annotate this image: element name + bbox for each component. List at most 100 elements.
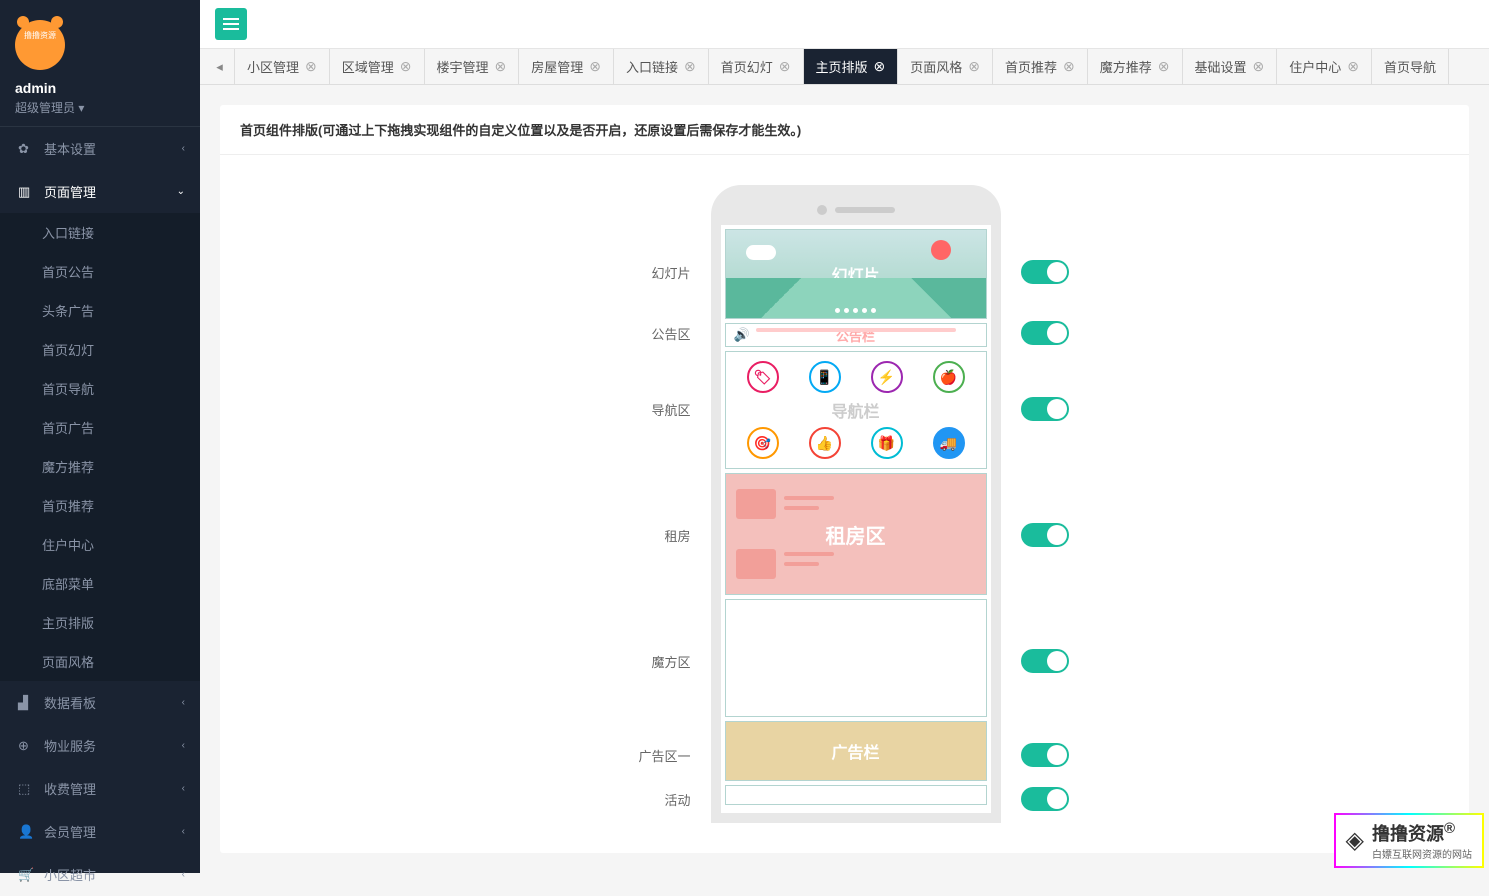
user-icon: 👤	[18, 824, 34, 840]
panel-title: 首页组件排版(可通过上下拖拽实现组件的自定义位置以及是否开启，还原设置后需保存才…	[220, 105, 1469, 155]
label-rent: 租房	[621, 471, 691, 599]
component-nav[interactable]: 🏷📱 ⚡🍎 导航栏 🎯👍 🎁🚚	[725, 351, 987, 469]
gear-icon: ✿	[18, 141, 34, 157]
globe-icon: ⊕	[18, 738, 34, 754]
toggle-activity[interactable]	[1021, 787, 1069, 811]
nav-property-service[interactable]: ⊕ 物业服务 ‹	[0, 724, 200, 767]
subnav-entry-link[interactable]: 入口链接	[0, 213, 200, 252]
logo-area: 撸撸资源 admin 超级管理员 ▾	[0, 0, 200, 126]
close-icon[interactable]: ⊗	[684, 58, 696, 75]
tab-cube-recommend[interactable]: 魔方推荐⊗	[1088, 49, 1183, 84]
toggle-rent[interactable]	[1021, 523, 1069, 547]
chevron-down-icon: ⌄	[177, 186, 185, 197]
cart-icon: 🛒	[18, 867, 34, 883]
subnav-home-ad[interactable]: 首页广告	[0, 408, 200, 447]
tab-community[interactable]: 小区管理⊗	[235, 49, 330, 84]
panel: 首页组件排版(可通过上下拖拽实现组件的自定义位置以及是否开启，还原设置后需保存才…	[220, 105, 1469, 853]
close-icon[interactable]: ⊗	[495, 58, 507, 75]
close-icon[interactable]: ⊗	[874, 58, 886, 75]
chart-icon: ▟	[18, 695, 34, 711]
nav-basic-settings[interactable]: ✿ 基本设置 ‹	[0, 127, 200, 170]
phone-screen: 幻灯片 🔊 公告栏 🏷📱	[721, 225, 991, 813]
watermark-logo-icon: ◈	[1346, 826, 1364, 855]
chevron-left-icon: ‹	[182, 869, 185, 880]
main-content: ◂ 小区管理⊗ 区域管理⊗ 楼宇管理⊗ 房屋管理⊗ 入口链接⊗ 首页幻灯⊗ 主页…	[200, 0, 1489, 873]
nav-page-management[interactable]: ▥ 页面管理 ⌄	[0, 170, 200, 213]
chevron-left-icon: ‹	[182, 740, 185, 751]
subnav-home-slider[interactable]: 首页幻灯	[0, 330, 200, 369]
close-icon[interactable]: ⊗	[968, 58, 980, 75]
tab-home-slider[interactable]: 首页幻灯⊗	[709, 49, 804, 84]
phone-notch	[721, 195, 991, 225]
subnav-page-style[interactable]: 页面风格	[0, 642, 200, 681]
nav-community-market[interactable]: 🛒 小区超市 ‹	[0, 853, 200, 896]
tab-room[interactable]: 房屋管理⊗	[519, 49, 614, 84]
close-icon[interactable]: ⊗	[779, 58, 791, 75]
chevron-left-icon: ‹	[182, 697, 185, 708]
layout-editor: 幻灯片 公告区 导航区 租房 魔方区 广告区一 活动	[621, 185, 1069, 823]
layout-icon: ▥	[18, 184, 34, 200]
phone-preview: 幻灯片 🔊 公告栏 🏷📱	[711, 185, 1001, 823]
toggle-slider[interactable]	[1021, 260, 1069, 284]
menu-toggle-button[interactable]	[215, 8, 247, 40]
watermark: ◈ 撸撸资源® 白嫖互联网资源的网站	[1334, 813, 1484, 868]
close-icon[interactable]: ⊗	[305, 58, 317, 75]
label-cube: 魔方区	[621, 599, 691, 723]
chevron-left-icon: ‹	[182, 826, 185, 837]
topbar	[200, 0, 1489, 49]
subnav-cube-recommend[interactable]: 魔方推荐	[0, 447, 200, 486]
subnav-main-layout[interactable]: 主页排版	[0, 603, 200, 642]
user-role-dropdown[interactable]: 超级管理员 ▾	[15, 99, 185, 116]
tab-home-nav[interactable]: 首页导航	[1372, 49, 1449, 84]
close-icon[interactable]: ⊗	[1347, 58, 1359, 75]
subnav-bottom-menu[interactable]: 底部菜单	[0, 564, 200, 603]
toggle-cube[interactable]	[1021, 649, 1069, 673]
nav-member-management[interactable]: 👤 会员管理 ‹	[0, 810, 200, 853]
component-ad[interactable]: 广告栏	[725, 721, 987, 781]
close-icon[interactable]: ⊗	[1253, 58, 1265, 75]
logo-icon: 撸撸资源	[15, 20, 65, 70]
toggles-column	[1021, 185, 1069, 811]
nav-menu: ✿ 基本设置 ‹ ▥ 页面管理 ⌄ 入口链接 首页公告 头条广告 首页幻灯 首页…	[0, 126, 200, 896]
tab-home-recommend[interactable]: 首页推荐⊗	[993, 49, 1088, 84]
label-slider: 幻灯片	[621, 225, 691, 319]
label-notice: 公告区	[621, 319, 691, 347]
tab-back-button[interactable]: ◂	[205, 49, 235, 84]
labels-column: 幻灯片 公告区 导航区 租房 魔方区 广告区一 活动	[621, 185, 691, 811]
subnav-resident-center[interactable]: 住户中心	[0, 525, 200, 564]
tab-resident-center[interactable]: 住户中心⊗	[1277, 49, 1372, 84]
tab-entry-link[interactable]: 入口链接⊗	[614, 49, 709, 84]
nav-fee-management[interactable]: ⬚ 收费管理 ‹	[0, 767, 200, 810]
speaker-icon: 🔊	[734, 327, 750, 343]
close-icon[interactable]: ⊗	[400, 58, 412, 75]
tab-area[interactable]: 区域管理⊗	[330, 49, 425, 84]
toggle-nav[interactable]	[1021, 397, 1069, 421]
subnav-headline-ad[interactable]: 头条广告	[0, 291, 200, 330]
close-icon[interactable]: ⊗	[1063, 58, 1075, 75]
label-nav: 导航区	[621, 347, 691, 471]
money-icon: ⬚	[18, 781, 34, 797]
subnav-home-recommend[interactable]: 首页推荐	[0, 486, 200, 525]
tab-building[interactable]: 楼宇管理⊗	[425, 49, 520, 84]
tab-page-style[interactable]: 页面风格⊗	[898, 49, 993, 84]
toggle-ad[interactable]	[1021, 743, 1069, 767]
chevron-left-icon: ‹	[182, 143, 185, 154]
subnav-home-notice[interactable]: 首页公告	[0, 252, 200, 291]
subnav-home-nav[interactable]: 首页导航	[0, 369, 200, 408]
close-icon[interactable]: ⊗	[589, 58, 601, 75]
nav-submenu: 入口链接 首页公告 头条广告 首页幻灯 首页导航 首页广告 魔方推荐 首页推荐 …	[0, 213, 200, 681]
component-rent[interactable]: 租房区	[725, 473, 987, 595]
close-icon[interactable]: ⊗	[1158, 58, 1170, 75]
label-ad: 广告区一	[621, 723, 691, 787]
chevron-left-icon: ‹	[182, 783, 185, 794]
panel-body: 幻灯片 公告区 导航区 租房 魔方区 广告区一 活动	[220, 155, 1469, 853]
tab-basic-settings[interactable]: 基础设置⊗	[1183, 49, 1278, 84]
tab-main-layout[interactable]: 主页排版⊗	[804, 49, 899, 84]
component-slider[interactable]: 幻灯片	[725, 229, 987, 319]
nav-data-board[interactable]: ▟ 数据看板 ‹	[0, 681, 200, 724]
component-cube[interactable]: 商品魔方	[725, 599, 987, 717]
tabs-bar: ◂ 小区管理⊗ 区域管理⊗ 楼宇管理⊗ 房屋管理⊗ 入口链接⊗ 首页幻灯⊗ 主页…	[200, 49, 1489, 85]
component-activity[interactable]	[725, 785, 987, 805]
component-notice[interactable]: 🔊 公告栏	[725, 323, 987, 347]
toggle-notice[interactable]	[1021, 321, 1069, 345]
